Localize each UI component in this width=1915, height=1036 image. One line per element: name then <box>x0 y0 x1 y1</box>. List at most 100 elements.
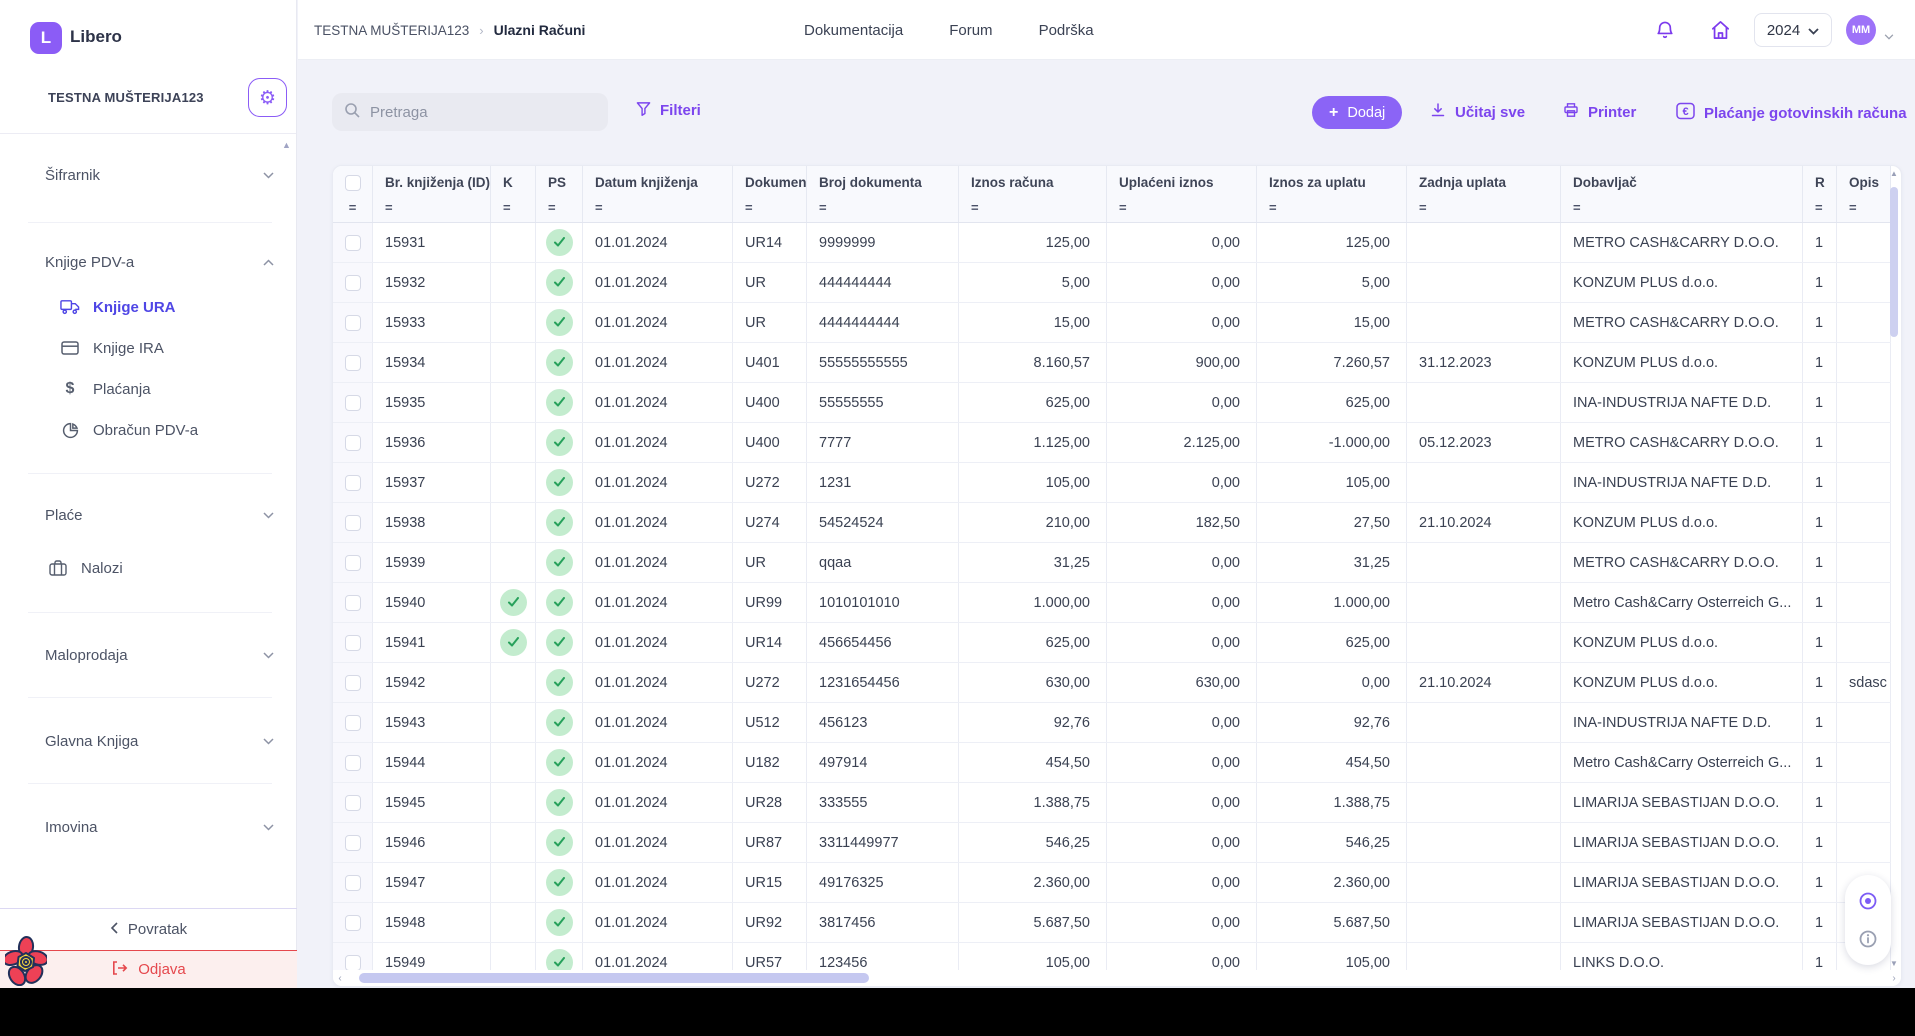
filter-equals-icon[interactable]: = <box>349 200 357 215</box>
cell-select[interactable] <box>333 863 373 902</box>
table-row[interactable]: 1594101.01.2024UR14456654456625,000,0062… <box>333 623 1891 663</box>
column-header-iznos[interactable]: Iznos računa= <box>959 166 1107 222</box>
cell-select[interactable] <box>333 423 373 462</box>
sidebar-item-glavna-knjiga[interactable]: Glavna Knjiga <box>45 727 274 755</box>
table-row[interactable]: 1594501.01.2024UR283335551.388,750,001.3… <box>333 783 1891 823</box>
filter-equals-icon[interactable]: = <box>1815 200 1824 215</box>
filter-equals-icon[interactable]: = <box>819 200 946 215</box>
column-header-r[interactable]: R= <box>1803 166 1837 222</box>
table-row[interactable]: 1594801.01.2024UR9238174565.687,500,005.… <box>333 903 1891 943</box>
cell-select[interactable] <box>333 703 373 742</box>
filter-equals-icon[interactable]: = <box>745 200 794 215</box>
nav-forum[interactable]: Forum <box>949 22 992 39</box>
column-header-uplaceni[interactable]: Uplaćeni iznos= <box>1107 166 1257 222</box>
column-header-dobavljac[interactable]: Dobavljač= <box>1561 166 1803 222</box>
filter-equals-icon[interactable]: = <box>503 200 523 215</box>
sidebar-item-imovina[interactable]: Imovina <box>45 813 274 841</box>
sidebar-item-knjige-ira[interactable]: Knjige IRA <box>60 334 274 362</box>
cell-select[interactable] <box>333 743 373 782</box>
filter-equals-icon[interactable]: = <box>971 200 1094 215</box>
sidebar-item-placanja[interactable]: $ Plaćanja <box>60 375 274 403</box>
notifications-button[interactable] <box>1652 17 1678 43</box>
table-row[interactable]: 1594201.01.2024U2721231654456630,00630,0… <box>333 663 1891 703</box>
row-checkbox[interactable] <box>345 795 361 811</box>
table-row[interactable]: 1593801.01.2024U27454524524210,00182,502… <box>333 503 1891 543</box>
row-checkbox[interactable] <box>345 475 361 491</box>
avatar[interactable]: MM <box>1846 15 1876 45</box>
printer-button[interactable]: Printer <box>1563 102 1636 122</box>
cell-select[interactable] <box>333 823 373 862</box>
column-header-select[interactable]: = <box>333 166 373 222</box>
breadcrumb-company[interactable]: TESTNA MUŠTERIJA123 <box>314 23 469 38</box>
select-all-checkbox[interactable] <box>345 175 361 191</box>
column-header-zadnja[interactable]: Zadnja uplata= <box>1407 166 1561 222</box>
row-checkbox[interactable] <box>345 595 361 611</box>
row-checkbox[interactable] <box>345 275 361 291</box>
table-row[interactable]: 1593401.01.2024U401555555555558.160,5790… <box>333 343 1891 383</box>
add-button[interactable]: + Dodaj <box>1312 96 1402 129</box>
row-checkbox[interactable] <box>345 755 361 771</box>
row-checkbox[interactable] <box>345 955 361 971</box>
table-row[interactable]: 1593601.01.2024U40077771.125,002.125,00-… <box>333 423 1891 463</box>
column-header-dokument[interactable]: Dokument= <box>733 166 807 222</box>
table-row[interactable]: 1594601.01.2024UR873311449977546,250,005… <box>333 823 1891 863</box>
row-checkbox[interactable] <box>345 555 361 571</box>
column-header-k[interactable]: K= <box>491 166 536 222</box>
table-row[interactable]: 1593701.01.2024U2721231105,000,00105,00I… <box>333 463 1891 503</box>
column-header-za_uplatu[interactable]: Iznos za uplatu= <box>1257 166 1407 222</box>
row-checkbox[interactable] <box>345 435 361 451</box>
column-header-ps[interactable]: PS= <box>536 166 583 222</box>
scroll-left-arrow[interactable]: ‹ <box>333 973 347 984</box>
cell-select[interactable] <box>333 343 373 382</box>
sidebar-item-sifrarnik[interactable]: Šifrarnik <box>45 161 274 189</box>
table-row[interactable]: 1593301.01.2024UR444444444415,000,0015,0… <box>333 303 1891 343</box>
filter-equals-icon[interactable]: = <box>1849 200 1878 215</box>
row-checkbox[interactable] <box>345 315 361 331</box>
row-checkbox[interactable] <box>345 395 361 411</box>
filters-button[interactable]: Filteri <box>636 101 701 120</box>
cell-select[interactable] <box>333 383 373 422</box>
row-checkbox[interactable] <box>345 715 361 731</box>
filter-equals-icon[interactable]: = <box>548 200 570 215</box>
cell-select[interactable] <box>333 463 373 502</box>
cell-select[interactable] <box>333 543 373 582</box>
row-checkbox[interactable] <box>345 675 361 691</box>
load-all-button[interactable]: Učitaj sve <box>1430 102 1525 122</box>
filter-equals-icon[interactable]: = <box>595 200 720 215</box>
row-checkbox[interactable] <box>345 355 361 371</box>
filter-equals-icon[interactable]: = <box>1119 200 1244 215</box>
row-checkbox[interactable] <box>345 835 361 851</box>
filter-equals-icon[interactable]: = <box>1573 200 1790 215</box>
sidebar-item-knjige-ura[interactable]: Knjige URA <box>60 293 274 321</box>
vertical-scrollbar-thumb[interactable] <box>1890 187 1898 337</box>
cell-select[interactable] <box>333 623 373 662</box>
column-header-datum[interactable]: Datum knjiženja= <box>583 166 733 222</box>
home-button[interactable] <box>1707 17 1733 43</box>
table-row[interactable]: 1594301.01.2024U51245612392,760,0092,76I… <box>333 703 1891 743</box>
table-row[interactable]: 1593101.01.2024UR149999999125,000,00125,… <box>333 223 1891 263</box>
cell-select[interactable] <box>333 783 373 822</box>
sidebar-item-maloprodaja[interactable]: Maloprodaja <box>45 641 274 669</box>
nav-podrska[interactable]: Podrška <box>1039 22 1094 39</box>
scroll-up-arrow[interactable]: ▲ <box>1889 169 1899 178</box>
target-button[interactable] <box>1856 889 1880 913</box>
horizontal-scrollbar[interactable]: ‹ › <box>333 970 1901 986</box>
column-header-id[interactable]: Br. knjiženja (ID)= <box>373 166 491 222</box>
row-checkbox[interactable] <box>345 875 361 891</box>
row-checkbox[interactable] <box>345 515 361 531</box>
sidebar-item-place[interactable]: Plaće <box>45 501 274 529</box>
cell-select[interactable] <box>333 903 373 942</box>
cell-select[interactable] <box>333 503 373 542</box>
table-row[interactable]: 1593201.01.2024UR4444444445,000,005,00KO… <box>333 263 1891 303</box>
column-header-broj[interactable]: Broj dokumenta= <box>807 166 959 222</box>
cell-select[interactable] <box>333 263 373 302</box>
filter-equals-icon[interactable]: = <box>1419 200 1548 215</box>
table-row[interactable]: 1593501.01.2024U40055555555625,000,00625… <box>333 383 1891 423</box>
row-checkbox[interactable] <box>345 915 361 931</box>
filter-equals-icon[interactable]: = <box>385 200 478 215</box>
horizontal-scrollbar-thumb[interactable] <box>359 973 869 983</box>
nav-dokumentacija[interactable]: Dokumentacija <box>804 22 903 39</box>
year-select[interactable]: 2024 <box>1754 13 1832 47</box>
table-row[interactable]: 1593901.01.2024URqqaa31,250,0031,25METRO… <box>333 543 1891 583</box>
cash-payments-button[interactable]: € Plaćanje gotovinskih računa <box>1676 102 1907 124</box>
